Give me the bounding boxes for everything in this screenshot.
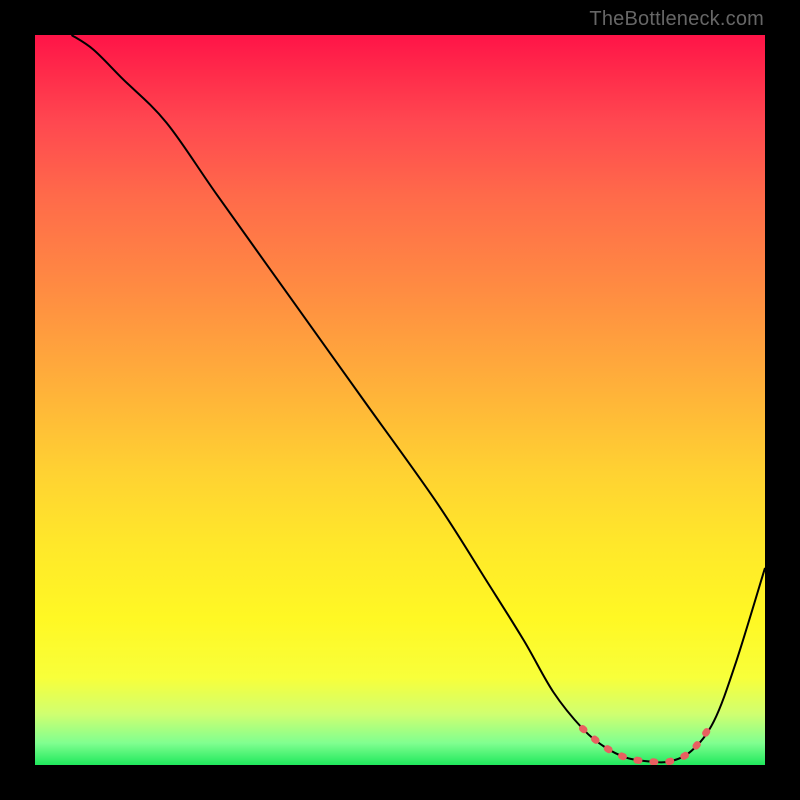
- heat-gradient-background: [35, 35, 765, 765]
- watermark-text: TheBottleneck.com: [589, 8, 764, 31]
- chart-container: TheBottleneck.com: [0, 0, 800, 800]
- plot-area: [35, 35, 765, 765]
